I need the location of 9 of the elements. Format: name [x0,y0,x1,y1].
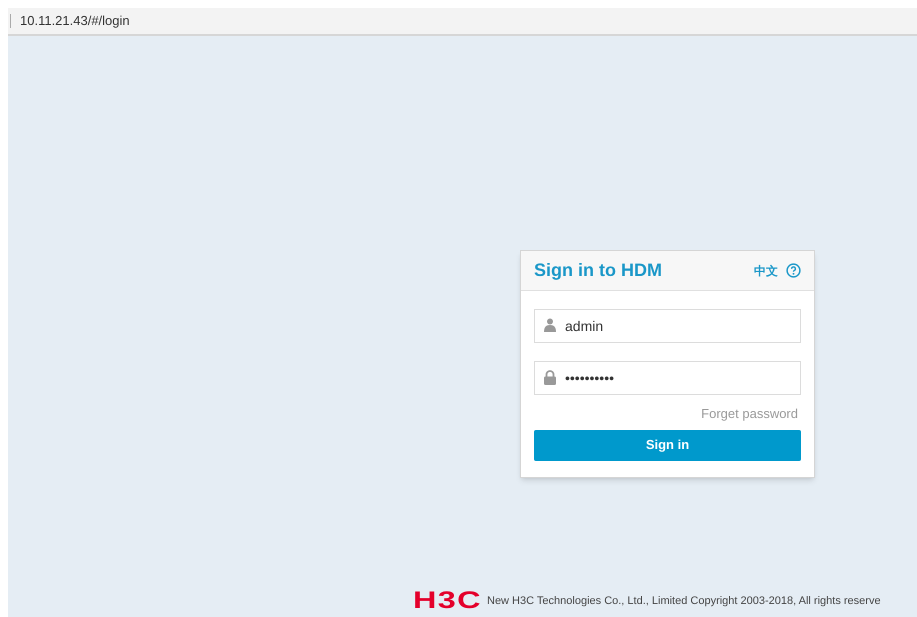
username-field[interactable]: admin [534,309,801,343]
address-url: 10.11.21.43/#/login [20,12,130,30]
help-icon[interactable] [786,263,801,278]
password-field[interactable]: •••••••••• [534,361,801,395]
copyright-text: New H3C Technologies Co., Ltd., Limited Copyright 2003-2018, All rights reserve [487,594,881,609]
user-icon [544,318,556,332]
address-bar[interactable]: 10.11.21.43/#/login [8,8,917,36]
card-title: Sign in to HDM [534,259,663,282]
lock-icon [544,370,556,385]
